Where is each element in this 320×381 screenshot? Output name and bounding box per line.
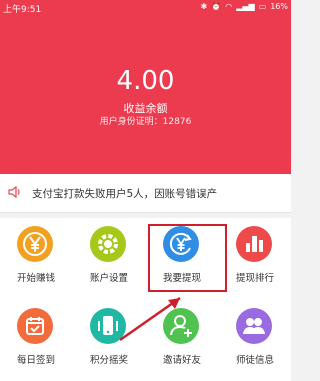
balance-header: 4.00 收益余额 用户身份证明：12876 <box>0 16 291 174</box>
battery-percent: 16% <box>270 2 288 11</box>
menu-label: 每日签到 <box>16 355 55 366</box>
speaker-icon <box>8 185 20 199</box>
menu-label: 积分摇奖 <box>89 355 128 366</box>
phone-shake-icon <box>90 308 126 344</box>
menu-grid: 开始赚钱 账户设置 我要提现 提现排行 每日签到 积分摇奖 邀请好友 师徒信息 <box>0 218 291 381</box>
yen-coin-icon <box>17 226 53 262</box>
alarm-icon: ⏰ <box>211 2 222 11</box>
menu-label: 邀请好友 <box>162 355 201 366</box>
notice-text: 支付宝打款失败用户5人，因账号错误产 <box>32 188 218 200</box>
balance-amount: 4.00 <box>116 66 175 96</box>
user-id: 用户身份证明：12876 <box>99 117 192 127</box>
people-icon <box>236 308 272 344</box>
menu-withdraw-ranking[interactable]: 提现排行 <box>219 218 291 296</box>
battery-icon: ▭ <box>258 2 267 11</box>
bar-chart-icon <box>236 226 272 262</box>
status-bar: 上午9:51 ✱ ⏰ ◠ ▂▄▆ ▭ 16% <box>0 0 291 16</box>
bluetooth-icon: ✱ <box>200 2 208 11</box>
menu-label: 提现排行 <box>235 273 274 284</box>
status-icons: ✱ ⏰ ◠ ▂▄▆ ▭ 16% <box>201 2 288 12</box>
menu-invite-friends[interactable]: 邀请好友 <box>146 300 218 378</box>
menu-label: 开始赚钱 <box>16 273 55 284</box>
signal-icon: ▂▄▆ <box>236 2 255 11</box>
menu-account-settings[interactable]: 账户设置 <box>73 218 145 296</box>
menu-start-earning[interactable]: 开始赚钱 <box>0 218 72 296</box>
menu-label: 账户设置 <box>89 273 128 284</box>
calendar-check-icon <box>17 308 53 344</box>
gear-icon <box>90 226 126 262</box>
menu-mentor-info[interactable]: 师徒信息 <box>219 300 291 378</box>
notice-bar[interactable]: 支付宝打款失败用户5人，因账号错误产 <box>0 174 291 213</box>
withdraw-highlight-box <box>148 224 227 292</box>
menu-points-lottery[interactable]: 积分摇奖 <box>73 300 145 378</box>
status-time: 上午9:51 <box>3 5 42 15</box>
menu-label: 师徒信息 <box>235 355 274 366</box>
wifi-icon: ◠ <box>225 2 233 11</box>
menu-daily-checkin[interactable]: 每日签到 <box>0 300 72 378</box>
add-friend-icon <box>163 308 199 344</box>
